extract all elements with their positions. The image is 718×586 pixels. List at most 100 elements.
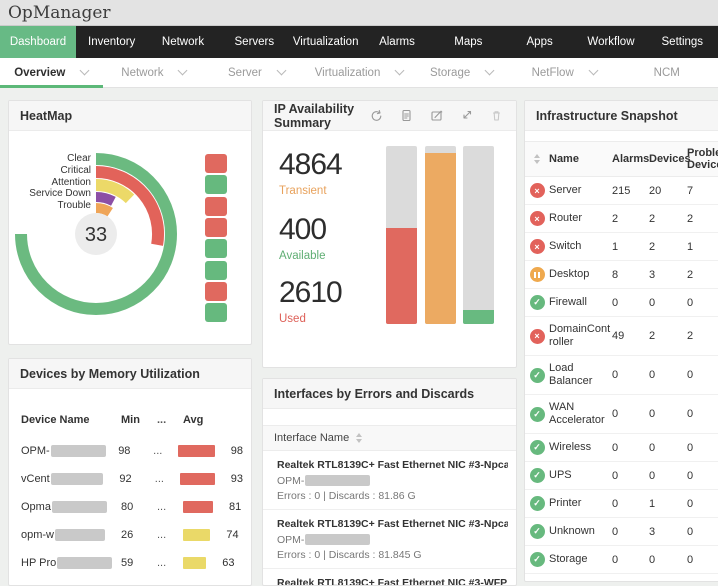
devices-count[interactable]: 3 <box>649 269 687 281</box>
delete-icon[interactable] <box>490 109 503 122</box>
category-name[interactable]: Storage <box>549 553 612 566</box>
col-device-name[interactable]: Device Name <box>21 414 121 426</box>
problem-devices-count[interactable]: 0 <box>687 369 718 381</box>
category-name[interactable]: Router <box>549 212 612 225</box>
alarms-count[interactable]: 215 <box>612 185 649 197</box>
nav-item-workflow[interactable]: Workflow <box>575 26 646 58</box>
subnav-tab-storage[interactable]: Storage <box>410 58 513 87</box>
subnav-tab-netflow[interactable]: NetFlow <box>513 58 616 87</box>
nav-item-servers[interactable]: Servers <box>219 26 290 58</box>
nav-item-virtualization[interactable]: Virtualization <box>290 26 361 58</box>
heatmap-cell[interactable] <box>205 260 227 280</box>
subnav-tab-virtualization[interactable]: Virtualization <box>308 58 411 87</box>
report-icon[interactable] <box>400 109 413 122</box>
alarms-count[interactable]: 0 <box>612 297 649 309</box>
table-row[interactable]: Desktop 8 3 2 <box>525 261 718 289</box>
table-row[interactable]: Opma 80... 81 <box>21 493 243 521</box>
alarms-count[interactable]: 0 <box>612 408 649 420</box>
problem-devices-count[interactable]: 0 <box>687 498 718 510</box>
nav-item-settings[interactable]: Settings <box>647 26 718 58</box>
category-name[interactable]: UPS <box>549 469 612 482</box>
category-name[interactable]: Desktop <box>549 268 612 281</box>
alarms-count[interactable]: 49 <box>612 330 649 342</box>
alarms-count[interactable]: 0 <box>612 498 649 510</box>
col-alarms[interactable]: Alarms <box>612 153 649 165</box>
subnav-tab-network[interactable]: Network <box>103 58 206 87</box>
sort-icon[interactable] <box>525 154 549 164</box>
category-name[interactable]: Load Balancer <box>549 362 612 388</box>
edit-icon[interactable] <box>430 109 443 122</box>
problem-devices-count[interactable]: 7 <box>687 185 718 197</box>
heatmap-cell[interactable] <box>205 175 227 195</box>
alarms-count[interactable]: 0 <box>612 554 649 566</box>
category-name[interactable]: WAN Accelerator <box>549 401 612 427</box>
nav-item-alarms[interactable]: Alarms <box>361 26 432 58</box>
table-row[interactable]: HP Pro 59... 63 <box>21 549 243 577</box>
col-name[interactable]: Name <box>549 153 612 165</box>
table-row[interactable]: ✓ Firewall 0 0 0 <box>525 289 718 317</box>
problem-devices-count[interactable]: 0 <box>687 442 718 454</box>
subnav-tab-ncm[interactable]: NCM <box>615 58 718 87</box>
category-name[interactable]: Printer <box>549 497 612 510</box>
problem-devices-count[interactable]: 0 <box>687 526 718 538</box>
category-name[interactable]: DomainController <box>549 323 612 349</box>
devices-count[interactable]: 2 <box>649 241 687 253</box>
devices-count[interactable]: 0 <box>649 297 687 309</box>
category-name[interactable]: Unknown <box>549 525 612 538</box>
table-row[interactable]: ✓ Load Balancer 0 0 0 <box>525 356 718 395</box>
heatmap-cell[interactable] <box>205 239 227 259</box>
alarms-count[interactable]: 0 <box>612 442 649 454</box>
interfaces-column-header[interactable]: Interface Name <box>263 425 516 451</box>
devices-count[interactable]: 2 <box>649 213 687 225</box>
table-row[interactable]: ✓ Storage 0 0 0 <box>525 546 718 574</box>
alarms-count[interactable]: 8 <box>612 269 649 281</box>
problem-devices-count[interactable]: 0 <box>687 554 718 566</box>
table-row[interactable]: ✓ Unknown 0 3 0 <box>525 518 718 546</box>
problem-devices-count[interactable]: 0 <box>687 297 718 309</box>
nav-item-maps[interactable]: Maps <box>433 26 504 58</box>
heatmap-cell[interactable] <box>205 154 227 173</box>
table-row[interactable]: opm-w 26... 74 <box>21 521 243 549</box>
problem-devices-count[interactable]: 1 <box>687 241 718 253</box>
chevron-down-icon[interactable] <box>79 65 90 76</box>
col-avg[interactable]: Avg <box>183 414 243 426</box>
devices-count[interactable]: 0 <box>649 470 687 482</box>
problem-devices-count[interactable]: 0 <box>687 408 718 420</box>
category-name[interactable]: Switch <box>549 240 612 253</box>
table-row[interactable]: Opma48...57 <box>21 577 243 585</box>
devices-count[interactable]: 0 <box>649 442 687 454</box>
problem-devices-count[interactable]: 2 <box>687 269 718 281</box>
devices-count[interactable]: 1 <box>649 498 687 510</box>
alarms-count[interactable]: 0 <box>612 369 649 381</box>
alarms-count[interactable]: 2 <box>612 213 649 225</box>
devices-count[interactable]: 20 <box>649 185 687 197</box>
category-name[interactable]: Firewall <box>549 296 612 309</box>
problem-devices-count[interactable]: 2 <box>687 213 718 225</box>
chevron-down-icon[interactable] <box>394 65 405 76</box>
table-row[interactable]: × Server 215 20 7 <box>525 177 718 205</box>
heatmap-cell[interactable] <box>205 196 227 216</box>
alarms-count[interactable]: 0 <box>612 470 649 482</box>
ip-bar-3[interactable] <box>463 146 494 324</box>
ip-bar-1[interactable] <box>386 146 417 324</box>
heatmap-cell[interactable] <box>205 217 227 237</box>
devices-count[interactable]: 0 <box>649 554 687 566</box>
devices-count[interactable]: 2 <box>649 330 687 342</box>
table-row[interactable]: ✓ WAN Accelerator 0 0 0 <box>525 395 718 434</box>
table-row[interactable]: vCent 92... 93 <box>21 465 243 493</box>
nav-item-dashboard[interactable]: Dashboard <box>0 26 76 58</box>
list-item[interactable]: Realtek RTL8139C+ Fast Ethernet NIC #3-N… <box>263 451 516 510</box>
heatmap-cell[interactable] <box>205 281 227 301</box>
col-interface-name[interactable]: Interface Name <box>274 432 349 444</box>
devices-count[interactable]: 0 <box>649 408 687 420</box>
col-min[interactable]: Min <box>121 414 157 426</box>
popout-icon[interactable] <box>460 109 473 122</box>
nav-item-inventory[interactable]: Inventory <box>76 26 147 58</box>
table-row[interactable]: ✓ Printer 0 1 0 <box>525 490 718 518</box>
devices-count[interactable]: 3 <box>649 526 687 538</box>
chevron-down-icon[interactable] <box>588 65 599 76</box>
chevron-down-icon[interactable] <box>276 65 287 76</box>
category-name[interactable]: Server <box>549 184 612 197</box>
subnav-tab-overview[interactable]: Overview <box>0 58 103 88</box>
nav-item-apps[interactable]: Apps <box>504 26 575 58</box>
